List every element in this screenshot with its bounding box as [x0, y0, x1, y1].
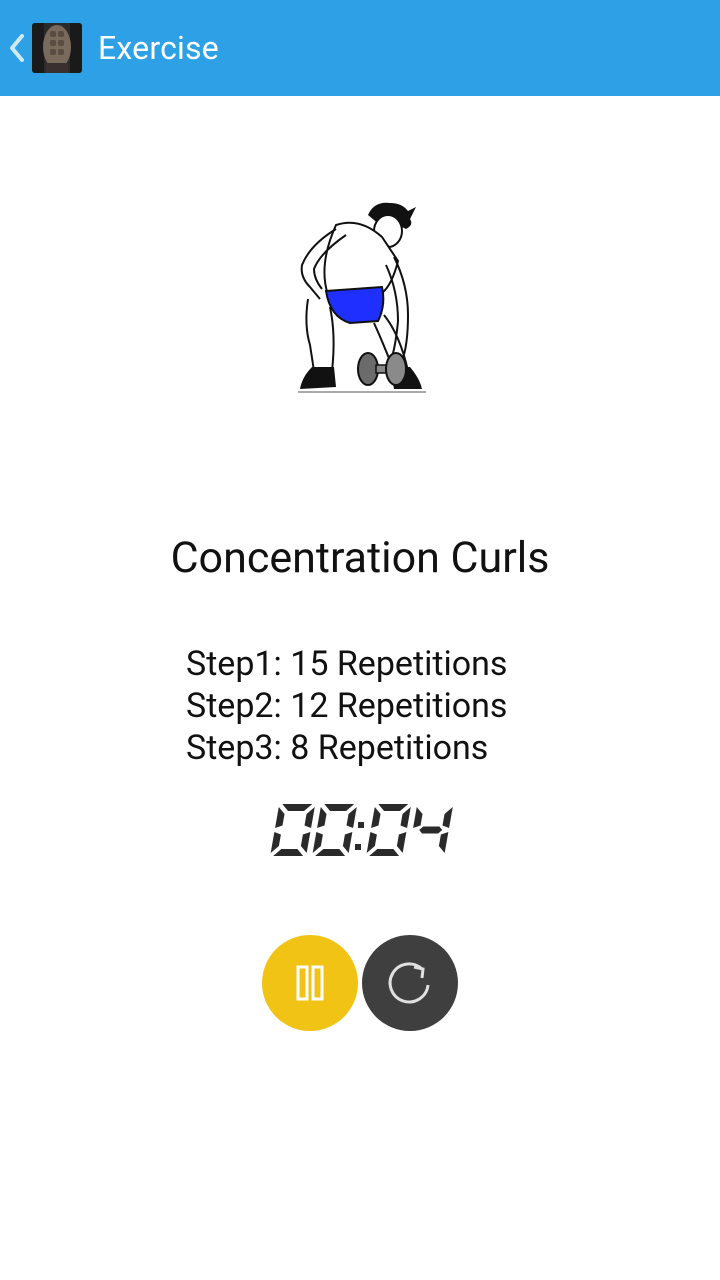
timer-digit — [270, 804, 315, 856]
timer-digit — [413, 807, 453, 853]
reset-button[interactable] — [362, 935, 458, 1031]
exercise-screen: Exercise Concentration Curls Step1: 15 R… — [0, 0, 720, 1280]
timer-digit — [366, 804, 411, 856]
exercise-name: Concentration Curls — [170, 533, 550, 583]
step-item: Step2: 12 Repetitions — [186, 686, 508, 726]
chevron-left-icon — [10, 34, 24, 62]
action-bar: Exercise — [0, 0, 720, 96]
timer-display — [270, 804, 453, 856]
concentration-curl-figure — [298, 202, 426, 393]
app-logo — [32, 23, 82, 73]
timer-digit — [312, 804, 357, 856]
page-title: Exercise — [98, 29, 219, 67]
timer-colon — [355, 822, 364, 850]
step-list: Step1: 15 Repetitions Step2: 12 Repetiti… — [186, 643, 507, 769]
pause-icon — [296, 965, 324, 1001]
refresh-icon — [388, 962, 430, 1004]
pause-button[interactable] — [262, 935, 358, 1031]
step-item: Step1: 15 Repetitions — [186, 644, 508, 684]
step-item: Step3: 8 Repetitions — [186, 728, 489, 768]
up-navigation-button[interactable] — [0, 0, 82, 96]
